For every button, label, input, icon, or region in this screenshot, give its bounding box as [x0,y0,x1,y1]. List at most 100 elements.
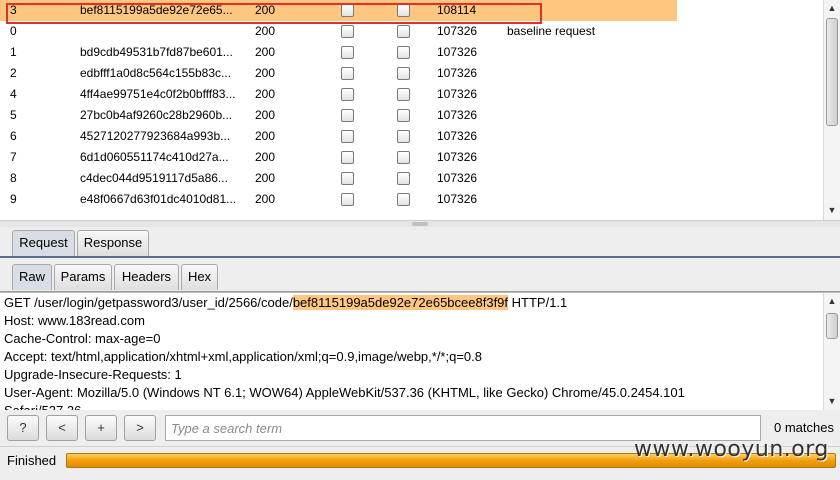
checkbox[interactable] [397,46,410,59]
length-cell: 107326 [437,171,478,185]
scrollbar-thumb[interactable] [826,313,838,339]
status-cell: 200 [255,192,276,206]
table-row[interactable]: 4 4ff4ae99751e4c0f2b0bfff83... 200 107326 [0,84,823,105]
results-scrollbar[interactable]: ▲ ▼ [823,0,840,220]
scroll-up-icon[interactable]: ▲ [824,0,840,16]
payload-cell: c4dec044d9519117d5a86... [80,171,228,185]
row-blank-area [677,0,823,21]
splitter-grip-icon[interactable] [412,222,428,226]
checkbox[interactable] [397,25,410,38]
request-number: 4 [10,87,17,101]
payload-cell: 27bc0b4af9260c28b2960b... [80,108,233,122]
editor-scrollbar[interactable]: ▲ ▼ [823,293,840,410]
scroll-up-icon[interactable]: ▲ [824,293,840,309]
request-number: 1 [10,45,17,59]
next-match-button[interactable]: > [124,415,156,441]
length-cell: 107326 [437,150,478,164]
header-line: Host: www.183read.com [4,313,145,328]
checkbox[interactable] [341,193,354,206]
table-row[interactable]: 0 200 107326 baseline request [0,21,823,42]
watermark: www.wooyun.org [634,437,829,462]
comment-cell [507,168,807,189]
length-cell: 107326 [437,24,478,38]
payload-cell: 6d1d060551174c410d27a... [80,150,229,164]
request-number: 9 [10,192,17,206]
checkbox[interactable] [341,88,354,101]
request-line: GET /user/login/getpassword3/user_id/256… [4,294,567,312]
tab-request[interactable]: Request [12,230,75,256]
status-text: Finished [7,453,57,468]
checkbox[interactable] [397,151,410,164]
highlighted-code: bef8115199a5de92e72e65bcee8f3f9f [292,295,509,310]
payload-cell: 4527120277923684a993b... [80,129,231,143]
comment-cell: baseline request [507,24,596,38]
scrollbar-thumb[interactable] [826,18,838,126]
table-row[interactable]: 5 27bc0b4af9260c28b2960b... 200 107326 [0,105,823,126]
request-number: 8 [10,171,17,185]
header-line: Cache-Control: max-age=0 [4,331,161,346]
message-tab-bar: Request Response [0,228,840,258]
payload-cell: bd9cdb49531b7fd87be601... [80,45,233,59]
table-row[interactable]: 2 edbfff1a0d8c564c155b83c... 200 107326 [0,63,823,84]
request-number: 0 [10,24,17,38]
request-number: 5 [10,108,17,122]
header-line: User-Agent: Mozilla/5.0 (Windows NT 6.1;… [4,385,685,400]
header-line: Accept: text/html,application/xhtml+xml,… [4,349,482,364]
payload-cell: edbfff1a0d8c564c155b83c... [80,66,232,80]
checkbox[interactable] [397,109,410,122]
table-row[interactable]: 6 4527120277923684a993b... 200 107326 [0,126,823,147]
status-cell: 200 [255,45,276,59]
length-cell: 107326 [437,108,478,122]
add-button[interactable]: + [85,415,117,441]
length-cell: 107326 [437,192,478,206]
tab-response[interactable]: Response [77,230,149,256]
checkbox[interactable] [341,67,354,80]
checkbox[interactable] [397,67,410,80]
length-cell: 107326 [437,87,478,101]
checkbox[interactable] [397,193,410,206]
request-number: 2 [10,66,17,80]
table-row[interactable]: 7 6d1d060551174c410d27a... 200 107326 [0,147,823,168]
payload-cell: 4ff4ae99751e4c0f2b0bfff83... [80,87,236,101]
request-line-prefix: GET /user/login/getpassword3/user_id/256… [4,295,293,310]
table-row[interactable]: 9 e48f0667d63f01dc4010d81... 200 107326 [0,189,823,210]
checkbox[interactable] [341,130,354,143]
tab-raw[interactable]: Raw [12,264,52,290]
table-row[interactable]: 8 c4dec044d9519117d5a86... 200 107326 [0,168,823,189]
tab-params[interactable]: Params [54,264,112,290]
payload-cell [80,21,250,42]
status-cell: 200 [255,87,276,101]
previous-match-button[interactable]: < [46,415,78,441]
view-tab-bar: Raw Params Headers Hex [0,262,840,292]
raw-request-editor[interactable]: GET /user/login/getpassword3/user_id/256… [0,292,840,410]
tab-hex[interactable]: Hex [181,264,218,290]
scroll-down-icon[interactable]: ▼ [824,202,840,218]
checkbox[interactable] [341,151,354,164]
status-cell: 200 [255,108,276,122]
comment-cell [507,105,807,126]
length-cell: 107326 [437,129,478,143]
status-cell: 200 [255,24,276,38]
request-number: 7 [10,150,17,164]
status-cell: 200 [255,129,276,143]
status-cell: 200 [255,150,276,164]
scroll-down-icon[interactable]: ▼ [824,393,840,409]
table-row[interactable]: 1 bd9cdb49531b7fd87be601... 200 107326 [0,42,823,63]
checkbox[interactable] [341,46,354,59]
length-cell: 107326 [437,45,478,59]
checkbox[interactable] [341,25,354,38]
header-line: Safari/537.36 [4,402,81,410]
pane-splitter[interactable] [0,220,840,227]
checkbox[interactable] [397,172,410,185]
tab-headers[interactable]: Headers [114,264,179,290]
payload-cell: e48f0667d63f01dc4010d81... [80,192,237,206]
results-table: 3 bef8115199a5de92e72e65... 200 108114 0 200 1… [0,0,840,220]
checkbox[interactable] [397,130,410,143]
help-button[interactable]: ? [7,415,39,441]
checkbox[interactable] [341,172,354,185]
results-rows: 3 bef8115199a5de92e72e65... 200 108114 0 200 1… [0,0,823,210]
length-cell: 107326 [437,66,478,80]
checkbox[interactable] [397,88,410,101]
checkbox[interactable] [341,109,354,122]
comment-cell [507,147,807,168]
